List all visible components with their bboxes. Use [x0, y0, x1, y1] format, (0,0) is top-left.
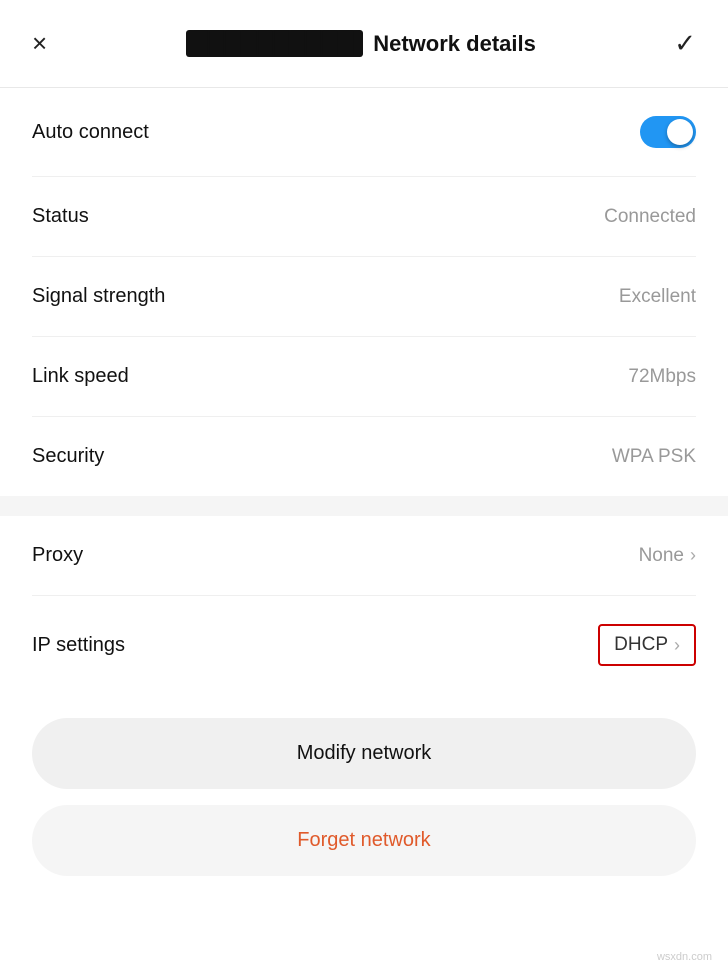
toggle-slider — [640, 116, 696, 148]
link-speed-row: Link speed 72Mbps — [32, 337, 696, 417]
close-icon[interactable]: × — [32, 28, 47, 59]
modify-network-button[interactable]: Modify network — [32, 718, 696, 789]
settings-section: Auto connect Status Connected Signal str… — [0, 88, 728, 496]
ip-settings-value-area[interactable]: DHCP › — [598, 624, 696, 666]
ip-settings-label: IP settings — [32, 634, 125, 657]
forget-network-button[interactable]: Forget network — [32, 805, 696, 876]
proxy-label: Proxy — [32, 544, 83, 567]
watermark: wsxdn.com — [657, 951, 712, 963]
buttons-section: Modify network Forget network — [0, 694, 728, 896]
signal-strength-value: Excellent — [619, 286, 696, 308]
ip-settings-chevron-icon: › — [674, 635, 680, 656]
status-row: Status Connected — [32, 177, 696, 257]
signal-strength-row: Signal strength Excellent — [32, 257, 696, 337]
page-title: Network details — [373, 31, 536, 57]
security-value: WPA PSK — [612, 446, 696, 468]
header-title-area: ██████████ Network details — [47, 30, 674, 57]
ip-settings-row[interactable]: IP settings DHCP › — [32, 596, 696, 694]
proxy-value-area: None › — [639, 545, 696, 567]
auto-connect-label: Auto connect — [32, 121, 149, 144]
status-value: Connected — [604, 206, 696, 228]
security-label: Security — [32, 445, 104, 468]
link-speed-value: 72Mbps — [628, 366, 696, 388]
link-speed-label: Link speed — [32, 365, 129, 388]
proxy-chevron-icon: › — [690, 545, 696, 566]
section-divider — [0, 496, 728, 516]
auto-connect-toggle[interactable] — [640, 116, 696, 148]
proxy-row[interactable]: Proxy None › — [32, 516, 696, 596]
status-label: Status — [32, 205, 89, 228]
settings-section-2: Proxy None › IP settings DHCP › — [0, 516, 728, 694]
ssid-redacted: ██████████ — [186, 30, 364, 57]
phone-container: × ██████████ Network details ✓ Auto conn… — [0, 0, 728, 975]
proxy-value: None — [639, 545, 684, 567]
header: × ██████████ Network details ✓ — [0, 0, 728, 88]
signal-strength-label: Signal strength — [32, 285, 165, 308]
ip-settings-value: DHCP — [614, 634, 668, 656]
confirm-icon[interactable]: ✓ — [674, 28, 696, 59]
security-row: Security WPA PSK — [32, 417, 696, 496]
auto-connect-row: Auto connect — [32, 88, 696, 177]
